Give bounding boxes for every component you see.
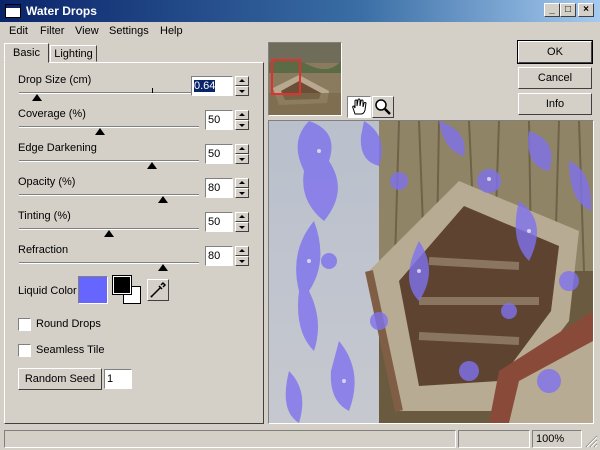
ok-button[interactable]: OK xyxy=(517,40,593,64)
edge-darkening-slider-track[interactable] xyxy=(19,160,199,162)
spin-down-icon[interactable] xyxy=(235,256,249,266)
tinting-spinner[interactable] xyxy=(235,212,249,232)
magnifier-icon xyxy=(375,99,391,115)
menu-help[interactable]: Help xyxy=(160,25,183,37)
spin-up-icon[interactable] xyxy=(235,246,249,256)
seamless-tile-label: Seamless Tile xyxy=(36,344,105,356)
drop-size-spinner[interactable] xyxy=(235,76,249,96)
navigator-thumbnail[interactable] xyxy=(268,42,342,116)
close-icon[interactable]: × xyxy=(578,3,594,17)
status-bar: 100% xyxy=(0,428,600,450)
window-icon xyxy=(5,4,21,18)
edge-darkening-slider-thumb[interactable] xyxy=(147,162,158,169)
minimize-icon[interactable]: _ xyxy=(544,3,560,17)
tab-basic[interactable]: Basic xyxy=(4,43,49,63)
eyedropper-icon xyxy=(150,281,167,298)
slider-tick xyxy=(152,88,153,93)
status-pane-main xyxy=(4,430,456,448)
zoom-tool-button[interactable] xyxy=(372,96,394,118)
opacity-field[interactable]: 80 xyxy=(205,178,233,198)
basic-settings-panel: Drop Size (cm) 0.64 Coverage (%) 50 Edge… xyxy=(4,62,264,424)
refraction-slider-track[interactable] xyxy=(19,262,199,264)
title-bar[interactable]: Water Drops _ □ × xyxy=(0,0,600,22)
cancel-button[interactable]: Cancel xyxy=(518,67,592,89)
edge-darkening-spinner[interactable] xyxy=(235,144,249,164)
opacity-slider-thumb[interactable] xyxy=(158,196,168,203)
spin-up-icon[interactable] xyxy=(235,76,249,86)
param-label: Tinting (%) xyxy=(18,210,71,222)
random-seed-button[interactable]: Random Seed xyxy=(18,368,102,390)
param-label: Refraction xyxy=(18,244,69,256)
round-drops-checkbox[interactable] xyxy=(18,318,31,331)
coverage-slider-thumb[interactable] xyxy=(95,128,105,135)
tinting-slider-thumb[interactable] xyxy=(104,230,114,237)
maximize-icon[interactable]: □ xyxy=(560,3,576,17)
spin-up-icon[interactable] xyxy=(235,212,249,222)
param-label: Drop Size (cm) xyxy=(18,74,92,86)
window-title: Water Drops xyxy=(26,4,97,18)
tinting-field[interactable]: 50 xyxy=(205,212,233,232)
refraction-spinner[interactable] xyxy=(235,246,249,266)
spin-down-icon[interactable] xyxy=(235,222,249,232)
coverage-field[interactable]: 50 xyxy=(205,110,233,130)
spin-down-icon[interactable] xyxy=(235,188,249,198)
param-label: Coverage (%) xyxy=(18,108,86,120)
hand-icon xyxy=(352,98,367,115)
opacity-spinner[interactable] xyxy=(235,178,249,198)
liquid-color-swatch[interactable] xyxy=(78,276,108,304)
resize-grip-icon[interactable] xyxy=(584,434,598,448)
spin-up-icon[interactable] xyxy=(235,110,249,120)
status-pane-info xyxy=(458,430,530,448)
spin-up-icon[interactable] xyxy=(235,144,249,154)
menu-filter[interactable]: Filter xyxy=(40,25,64,37)
menu-settings[interactable]: Settings xyxy=(109,25,149,37)
coverage-spinner[interactable] xyxy=(235,110,249,130)
view-area-marker[interactable] xyxy=(271,59,301,95)
edge-darkening-field[interactable]: 50 xyxy=(205,144,233,164)
tab-lighting[interactable]: Lighting xyxy=(50,45,97,62)
spin-up-icon[interactable] xyxy=(235,178,249,188)
fg-bg-color-picker[interactable] xyxy=(112,275,145,308)
refraction-slider-thumb[interactable] xyxy=(158,264,168,271)
refraction-field[interactable]: 80 xyxy=(205,246,233,266)
drop-size-slider-track[interactable] xyxy=(19,92,199,94)
liquid-color-label: Liquid Color xyxy=(18,285,77,297)
round-drops-label: Round Drops xyxy=(36,318,101,330)
water-drops-window: Water Drops _ □ × Edit Filter View Setti… xyxy=(0,0,600,450)
opacity-slider-track[interactable] xyxy=(19,194,199,196)
random-seed-field[interactable]: 1 xyxy=(104,369,132,389)
preview-image[interactable] xyxy=(268,120,594,424)
drop-size-field[interactable]: 0.64 xyxy=(191,76,233,96)
drop-size-slider-thumb[interactable] xyxy=(32,94,42,101)
foreground-color-swatch[interactable] xyxy=(112,275,132,295)
param-label: Opacity (%) xyxy=(18,176,76,188)
zoom-level: 100% xyxy=(532,430,582,448)
coverage-slider-track[interactable] xyxy=(19,126,199,128)
spin-down-icon[interactable] xyxy=(235,86,249,96)
info-button[interactable]: Info xyxy=(518,93,592,115)
hand-tool-button[interactable] xyxy=(347,96,371,118)
seamless-tile-checkbox[interactable] xyxy=(18,344,31,357)
spin-down-icon[interactable] xyxy=(235,120,249,130)
menu-edit[interactable]: Edit xyxy=(9,25,28,37)
menu-view[interactable]: View xyxy=(75,25,99,37)
param-label: Edge Darkening xyxy=(18,142,97,154)
spin-down-icon[interactable] xyxy=(235,154,249,164)
eyedropper-button[interactable] xyxy=(147,279,169,301)
menu-bar: Edit Filter View Settings Help xyxy=(0,22,600,42)
boat-with-water-drops-image xyxy=(269,121,593,423)
